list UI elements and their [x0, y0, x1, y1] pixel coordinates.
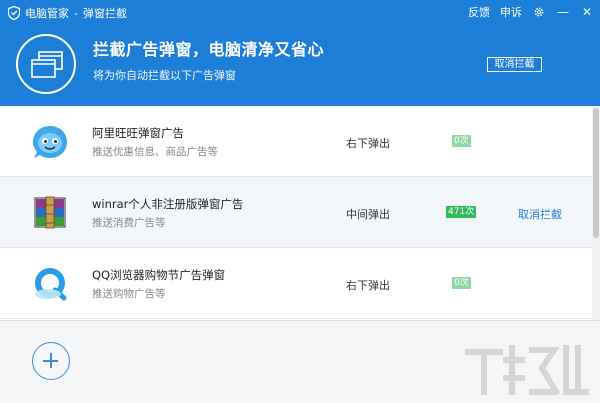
- list-item[interactable]: QQ浏览器购物节广告弹窗 推送购物广告等 右下弹出 0次: [0, 248, 592, 319]
- item-position: 右下弹出: [346, 279, 390, 292]
- item-title: winrar个人非注册版弹窗广告: [92, 197, 244, 211]
- item-position: 右下弹出: [346, 137, 390, 150]
- popup-list: 阿里旺旺弹窗广告 推送优惠信息、商品广告等 右下弹出 0次 winrar个人非注…: [0, 106, 592, 320]
- watermark-logo: [465, 345, 589, 397]
- qq-browser-icon: [35, 268, 67, 301]
- item-description: 推送消费广告等: [92, 217, 166, 229]
- cancel-block-button[interactable]: 取消拦截: [487, 57, 542, 72]
- app-title: 电脑管家 - 弹窗拦截: [8, 5, 127, 21]
- item-block-count: 0次: [452, 277, 471, 289]
- aliwangwang-icon: [33, 126, 67, 158]
- banner-subtitle: 将为你自动拦截以下广告弹窗: [93, 69, 236, 82]
- feedback-link[interactable]: 反馈: [468, 4, 490, 20]
- minimize-button[interactable]: —: [556, 5, 570, 19]
- popup-windows-icon: [16, 34, 76, 94]
- list-scrollbar[interactable]: [592, 106, 600, 320]
- item-description: 推送购物广告等: [92, 288, 166, 300]
- item-block-count: 0次: [452, 135, 471, 147]
- winrar-icon: [34, 196, 66, 229]
- title-bar: 电脑管家 - 弹窗拦截 反馈 申诉 — ✕: [0, 0, 600, 25]
- appeal-link[interactable]: 申诉: [500, 4, 522, 20]
- item-position: 中间弹出: [346, 208, 390, 221]
- plus-icon[interactable]: [32, 342, 70, 380]
- module-name: 弹窗拦截: [82, 7, 127, 20]
- list-item[interactable]: 阿里旺旺弹窗广告 推送优惠信息、商品广告等 右下弹出 0次: [0, 106, 592, 177]
- list-item[interactable]: winrar个人非注册版弹窗广告 推送消费广告等 中间弹出 471次 取消拦截: [0, 177, 592, 248]
- scrollbar-thumb[interactable]: [593, 108, 599, 238]
- item-title: QQ浏览器购物节广告弹窗: [92, 268, 226, 282]
- item-block-count: 471次: [446, 206, 477, 218]
- shield-icon: [8, 6, 20, 20]
- gear-icon[interactable]: [532, 5, 546, 19]
- title-separator: -: [74, 6, 78, 20]
- item-description: 推送优惠信息、商品广告等: [92, 146, 218, 158]
- item-title: 阿里旺旺弹窗广告: [92, 126, 184, 140]
- banner-headline: 拦截广告弹窗，电脑清净又省心: [93, 40, 325, 59]
- close-button[interactable]: ✕: [580, 5, 594, 19]
- title-actions: 反馈 申诉 — ✕: [468, 4, 594, 20]
- app-name: 电脑管家: [25, 7, 69, 20]
- item-cancel-link[interactable]: 取消拦截: [518, 206, 562, 222]
- header-banner: 拦截广告弹窗，电脑清净又省心 将为你自动拦截以下广告弹窗 取消拦截: [0, 25, 600, 106]
